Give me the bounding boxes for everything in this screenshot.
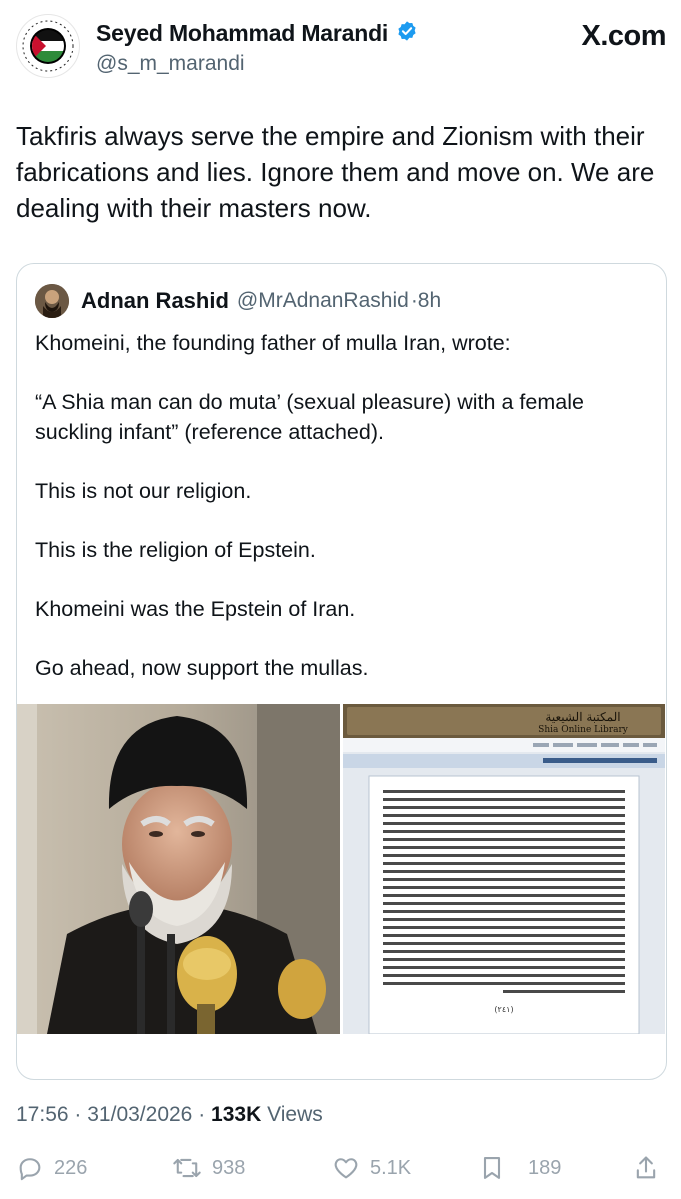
quoted-paragraph: Khomeini was the Epstein of Iran. — [35, 597, 356, 621]
share-button[interactable] — [632, 1154, 660, 1182]
author-avatar[interactable] — [16, 14, 80, 78]
quoted-author-name[interactable]: Adnan Rashid — [81, 288, 229, 314]
action-bar: 226 938 5.1K 189 — [16, 1150, 666, 1194]
tweet-header: Seyed Mohammad Marandi @s_m_marandi X.co… — [16, 10, 666, 80]
quoted-paragraph: Khomeini, the founding father of mulla I… — [35, 331, 511, 355]
brand-logo: X.com — [581, 20, 666, 52]
bookmark-icon — [478, 1154, 506, 1182]
quoted-paragraph: This is the religion of Epstein. — [35, 538, 316, 562]
author-handle[interactable]: @s_m_marandi — [96, 52, 245, 76]
repost-icon — [172, 1154, 202, 1182]
quoted-author-handle[interactable]: @MrAdnanRashid — [237, 289, 409, 313]
reply-button[interactable]: 226 — [16, 1154, 87, 1182]
verified-badge-icon — [396, 20, 418, 47]
media-document[interactable]: المكتبة الشيعية Shia Online Library (٢٤١… — [343, 704, 665, 1034]
bookmark-button[interactable]: 189 — [478, 1154, 561, 1182]
author-name[interactable]: Seyed Mohammad Marandi — [96, 20, 388, 47]
repost-button[interactable]: 938 — [172, 1154, 245, 1182]
like-count: 5.1K — [370, 1156, 412, 1179]
quoted-tweet[interactable]: Adnan Rashid @MrAdnanRashid ·8h Khomeini… — [16, 263, 667, 1080]
tweet-meta: 17:56 · 31/03/2026 · 133K Views — [16, 1103, 323, 1127]
meta-separator: · — [198, 1103, 206, 1126]
repost-count: 938 — [212, 1156, 246, 1179]
reply-icon — [16, 1154, 44, 1182]
views-count: 133K — [211, 1103, 262, 1126]
document-page-number: (٢٤١) — [494, 1005, 513, 1014]
quoted-media: المكتبة الشيعية Shia Online Library (٢٤١… — [17, 704, 666, 1039]
quoted-author-avatar[interactable] — [35, 284, 69, 318]
quoted-timestamp[interactable]: ·8h — [411, 289, 441, 313]
media-photo[interactable] — [17, 704, 340, 1034]
meta-separator: · — [74, 1103, 82, 1126]
quoted-paragraph: This is not our religion. — [35, 479, 252, 503]
quoted-tweet-text: Khomeini, the founding father of mulla I… — [35, 328, 655, 712]
tweet-time[interactable]: 17:56 — [16, 1103, 69, 1126]
bookmark-count: 189 — [528, 1156, 562, 1179]
library-title-arabic: المكتبة الشيعية — [545, 710, 620, 724]
quoted-paragraph: “A Shia man can do muta’ (sexual pleasur… — [35, 390, 584, 444]
quoted-tweet-header: Adnan Rashid @MrAdnanRashid ·8h — [35, 284, 441, 318]
quoted-paragraph: Go ahead, now support the mullas. — [35, 656, 369, 680]
reply-count: 226 — [54, 1156, 88, 1179]
tweet-date[interactable]: 31/03/2026 — [87, 1103, 192, 1126]
like-button[interactable]: 5.1K — [332, 1154, 411, 1182]
heart-icon — [332, 1154, 360, 1182]
views-label: Views — [267, 1103, 323, 1126]
library-title-english: Shia Online Library — [538, 725, 629, 735]
tweet-text: Takfiris always serve the empire and Zio… — [16, 121, 655, 223]
share-icon — [632, 1154, 660, 1182]
